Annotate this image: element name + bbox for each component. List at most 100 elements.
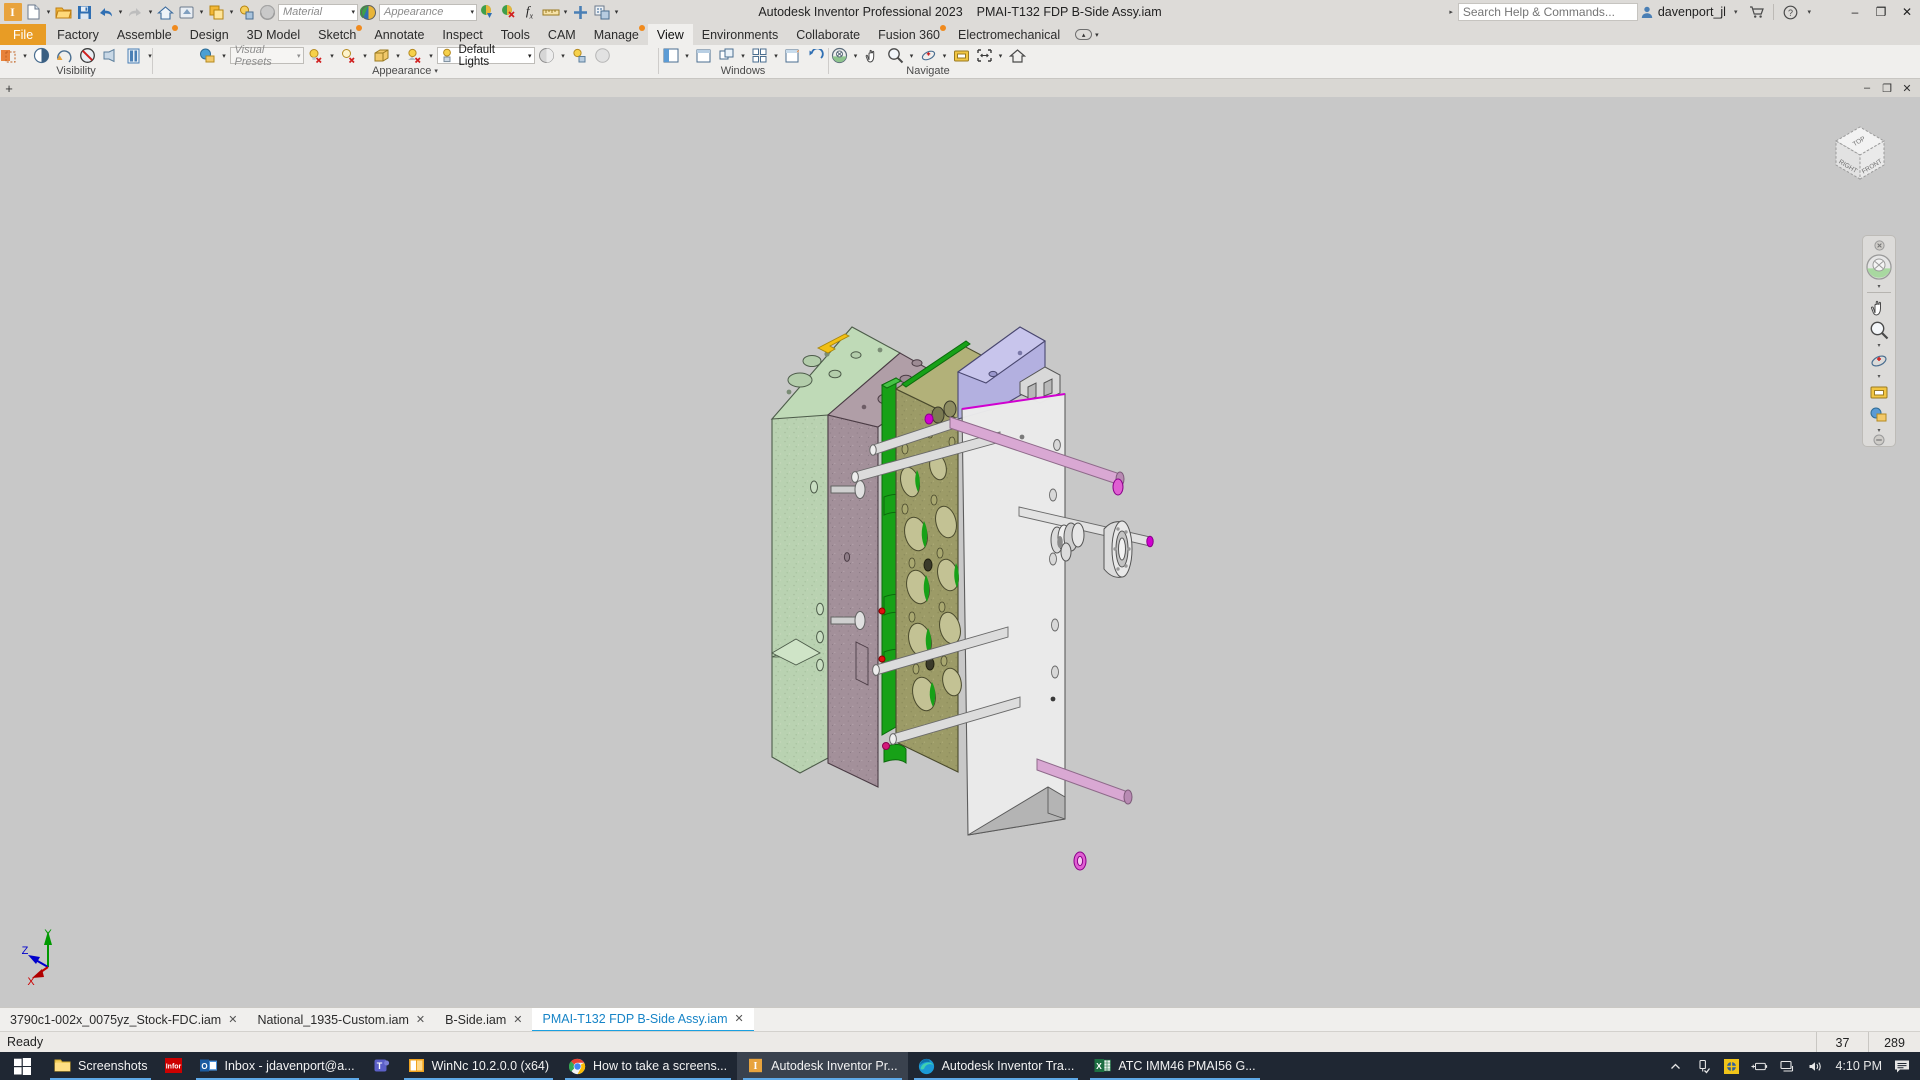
ribbon-tab-cam[interactable]: CAM bbox=[539, 24, 585, 45]
home-view-icon[interactable] bbox=[1006, 45, 1028, 66]
select-dropdown-arrow[interactable]: ▾ bbox=[227, 2, 236, 23]
new-document-icon[interactable] bbox=[23, 2, 44, 23]
search-expand-arrow[interactable]: ▸ bbox=[1449, 8, 1453, 16]
usb-safely-remove-icon[interactable] bbox=[1695, 1058, 1712, 1075]
camera-dropdown-arrow[interactable]: ▾ bbox=[559, 45, 568, 66]
select-icon[interactable] bbox=[206, 2, 227, 23]
tile-windows-icon[interactable] bbox=[749, 45, 771, 66]
measure-dropdown-arrow[interactable]: ▾ bbox=[561, 2, 570, 23]
plus-icon[interactable] bbox=[570, 2, 591, 23]
qat-overflow-icon[interactable]: ▾ bbox=[612, 2, 621, 23]
half-section-view-icon[interactable] bbox=[31, 45, 53, 66]
ribbon-tab-fusion-360[interactable]: Fusion 360 bbox=[869, 24, 949, 45]
undo-icon[interactable] bbox=[95, 2, 116, 23]
document-tab-close-icon[interactable]: ✕ bbox=[735, 1012, 744, 1025]
measure-icon[interactable] bbox=[540, 2, 561, 23]
taskbar-item-teams[interactable]: T bbox=[365, 1052, 398, 1080]
view-cube[interactable]: TOP RIGHT FRONT bbox=[1822, 115, 1898, 191]
ribbon-tab-sketch[interactable]: Sketch bbox=[309, 24, 365, 45]
ribbon-tab-tools[interactable]: Tools bbox=[492, 24, 539, 45]
lighting-style-dropdown-arrow[interactable]: ▾ bbox=[528, 52, 532, 60]
redo-dropdown-arrow[interactable]: ▾ bbox=[146, 2, 155, 23]
arrange-windows-icon[interactable] bbox=[716, 45, 738, 66]
volume-icon[interactable] bbox=[1807, 1058, 1824, 1075]
ray-tracing-off-icon[interactable] bbox=[404, 45, 426, 66]
visual-style-icon[interactable] bbox=[197, 45, 219, 66]
navigation-bar[interactable]: ▾ ▾ ▾ ▾ bbox=[1862, 235, 1896, 447]
new-window-icon[interactable] bbox=[693, 45, 715, 66]
document-minimize-button[interactable]: – bbox=[1860, 82, 1874, 94]
undo-dropdown-arrow[interactable]: ▾ bbox=[116, 2, 125, 23]
open-document-icon[interactable] bbox=[53, 2, 74, 23]
ribbon-tab-factory[interactable]: Factory bbox=[48, 24, 108, 45]
ground-shadow-icon[interactable] bbox=[569, 45, 591, 66]
appearance-combobox[interactable]: Appearance ▾ bbox=[379, 3, 477, 21]
document-restore-button[interactable]: ❐ bbox=[1880, 82, 1894, 95]
look-at-dropdown-arrow[interactable]: ▾ bbox=[996, 45, 1005, 66]
ribbon-tab-collaborate[interactable]: Collaborate bbox=[787, 24, 869, 45]
user-interface-icon[interactable] bbox=[660, 45, 682, 66]
taskbar-item-edge[interactable]: Autodesk Inventor Tra... bbox=[908, 1052, 1085, 1080]
orbit-dropdown-arrow[interactable]: ▾ bbox=[1864, 372, 1894, 380]
taskbar-clock[interactable]: 4:10 PM bbox=[1835, 1059, 1882, 1073]
visual-presets-dropdown-arrow[interactable]: ▾ bbox=[297, 52, 301, 60]
window-restore-button[interactable]: ❐ bbox=[1868, 0, 1894, 24]
document-tab-close-icon[interactable]: ✕ bbox=[513, 1013, 522, 1026]
user-interface-dropdown-arrow[interactable]: ▾ bbox=[683, 45, 692, 66]
redo-icon[interactable] bbox=[125, 2, 146, 23]
ribbon-tab-electromechanical[interactable]: Electromechanical bbox=[949, 24, 1069, 45]
orbit-icon[interactable] bbox=[1864, 349, 1894, 372]
visual-style-dropdown-arrow[interactable]: ▾ bbox=[220, 45, 229, 66]
battery-plugged-icon[interactable] bbox=[1751, 1058, 1768, 1075]
steering-wheel-dropdown-arrow[interactable]: ▾ bbox=[1864, 282, 1894, 290]
ribbon-tab-manage[interactable]: Manage bbox=[585, 24, 648, 45]
ribbon-tab-overflow[interactable]: ▴ ▾ bbox=[1069, 24, 1105, 45]
document-close-button[interactable]: ✕ bbox=[1900, 82, 1914, 95]
ribbon-tab-assemble[interactable]: Assemble bbox=[108, 24, 181, 45]
ribbon-tab-design[interactable]: Design bbox=[181, 24, 238, 45]
reflections-off-icon[interactable] bbox=[338, 45, 360, 66]
ground-plane-dropdown-arrow[interactable]: ▾ bbox=[394, 45, 403, 66]
content-select-icon[interactable] bbox=[236, 2, 257, 23]
help-dropdown-arrow[interactable]: ▾ bbox=[1807, 8, 1811, 16]
ribbon-tab-annotate[interactable]: Annotate bbox=[365, 24, 433, 45]
help-question-icon[interactable]: ? bbox=[1777, 0, 1803, 24]
material-dropdown-arrow[interactable]: ▾ bbox=[351, 8, 355, 16]
new-tab-plus-icon[interactable]: + bbox=[0, 79, 18, 97]
visual-presets-combobox[interactable]: Visual Presets ▾ bbox=[229, 44, 304, 68]
ribbon-overflow-arrow[interactable]: ▾ bbox=[1095, 31, 1099, 39]
inventor-logo-icon[interactable]: I bbox=[2, 2, 23, 23]
rotate-section-icon[interactable] bbox=[54, 45, 76, 66]
switch-windows-icon[interactable] bbox=[782, 45, 804, 66]
graphics-viewport[interactable]: Y Z X TOP RIGHT FRONT ▾ ▾ ▾ ▾ bbox=[0, 97, 1920, 1007]
clear-appearance-icon[interactable] bbox=[498, 2, 519, 23]
content-center-icon[interactable] bbox=[591, 2, 612, 23]
pan-hand-icon[interactable] bbox=[1864, 295, 1894, 318]
orthographic-camera-icon[interactable] bbox=[536, 45, 558, 66]
component-opacity-icon[interactable] bbox=[123, 45, 145, 66]
tile-windows-dropdown-arrow[interactable]: ▾ bbox=[772, 45, 781, 66]
window-minimize-button[interactable]: – bbox=[1842, 0, 1868, 24]
appearance-sphere-icon[interactable] bbox=[358, 2, 379, 23]
restore-window-icon[interactable] bbox=[805, 45, 827, 66]
update-dropdown-arrow[interactable]: ▾ bbox=[197, 2, 206, 23]
sphere-shading-icon[interactable] bbox=[592, 45, 614, 66]
pan-icon[interactable] bbox=[861, 45, 883, 66]
notification-icon[interactable] bbox=[1893, 1058, 1910, 1075]
show-hidden-icon[interactable] bbox=[1864, 403, 1894, 426]
save-icon[interactable] bbox=[74, 2, 95, 23]
taskbar-item-chrome[interactable]: How to take a screens... bbox=[559, 1052, 737, 1080]
reflections-dropdown-arrow[interactable]: ▾ bbox=[361, 45, 370, 66]
zoom-dropdown-arrow[interactable]: ▾ bbox=[1864, 341, 1894, 349]
document-tab-b-side[interactable]: B-Side.iam ✕ bbox=[435, 1008, 532, 1032]
network-icon[interactable] bbox=[1779, 1058, 1796, 1075]
object-visibility-dropdown-arrow[interactable]: ▾ bbox=[21, 45, 30, 66]
taskbar-item-screenshots[interactable]: Screenshots bbox=[44, 1052, 157, 1080]
navbar-collapse-icon[interactable] bbox=[1864, 434, 1894, 446]
ribbon-tab-inspect[interactable]: Inspect bbox=[433, 24, 491, 45]
ground-plane-icon[interactable] bbox=[371, 45, 393, 66]
zoom-icon[interactable] bbox=[884, 45, 906, 66]
document-tab-close-icon[interactable]: ✕ bbox=[416, 1013, 425, 1026]
show-hidden-icons-chevron[interactable] bbox=[1667, 1058, 1684, 1075]
ribbon-tab-file[interactable]: File bbox=[0, 24, 47, 45]
